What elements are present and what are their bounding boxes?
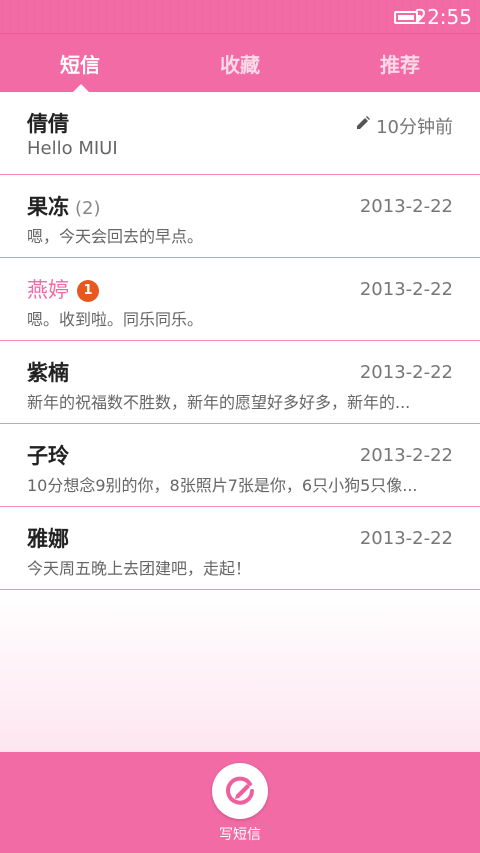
unread-badge: 1 bbox=[77, 280, 99, 302]
pencil-icon bbox=[357, 116, 370, 129]
message-preview: 新年的祝福数不胜数，新年的愿望好多好多，新年的... bbox=[27, 393, 411, 412]
message-time: 2013-2-22 bbox=[359, 362, 453, 383]
compose-icon bbox=[226, 776, 254, 805]
message-preview: 嗯，今天会回去的早点。 bbox=[27, 227, 204, 246]
message-time: 2013-2-22 bbox=[359, 196, 453, 217]
status-clock: 22:55 bbox=[414, 5, 472, 29]
contact-name: 紫楠 bbox=[27, 361, 69, 385]
message-time: 2013-2-22 bbox=[359, 445, 453, 466]
contact-name-text: 燕婷 bbox=[27, 278, 69, 302]
conversation-item[interactable]: 倩倩 Hello MIUI 10分钟前 bbox=[0, 92, 480, 175]
message-preview: 嗯。收到啦。同乐同乐。 bbox=[27, 310, 204, 329]
conversation-item[interactable]: 子玲 10分想念9别的你，8张照片7张是你，6只小狗5只像... 2013-2-… bbox=[0, 424, 480, 507]
compose-label: 写短信 bbox=[219, 827, 261, 843]
contact-name-text: 果冻 bbox=[27, 195, 69, 219]
list-background bbox=[0, 590, 480, 752]
tab-recommended[interactable]: 推荐 bbox=[320, 34, 480, 92]
compose-button[interactable] bbox=[212, 763, 268, 819]
tab-favorites[interactable]: 收藏 bbox=[160, 34, 320, 92]
status-bar: 22:55 bbox=[0, 0, 480, 34]
message-time: 2013-2-22 bbox=[359, 528, 453, 549]
conversation-item[interactable]: 紫楠 新年的祝福数不胜数，新年的愿望好多好多，新年的... 2013-2-22 bbox=[0, 341, 480, 424]
message-time: 10分钟前 bbox=[376, 117, 453, 138]
message-preview: 10分想念9别的你，8张照片7张是你，6只小狗5只像... bbox=[27, 476, 418, 495]
contact-name: 雅娜 bbox=[27, 527, 69, 551]
contact-name: 子玲 bbox=[27, 444, 69, 468]
message-preview: 今天周五晚上去团建吧，走起！ bbox=[27, 559, 252, 578]
conversation-item[interactable]: 雅娜 今天周五晚上去团建吧，走起！ 2013-2-22 bbox=[0, 507, 480, 590]
message-count: (2) bbox=[75, 198, 101, 219]
contact-name: 倩倩 bbox=[27, 112, 69, 136]
conversation-item[interactable]: 燕婷 1 嗯。收到啦。同乐同乐。 2013-2-22 bbox=[0, 258, 480, 341]
message-preview: Hello MIUI bbox=[27, 138, 118, 159]
bottom-bar: 写短信 bbox=[0, 752, 480, 853]
contact-name: 果冻 (2) bbox=[27, 191, 101, 221]
conversation-list: 倩倩 Hello MIUI 10分钟前 果冻 (2) 嗯，今天会回去的早点。 20… bbox=[0, 92, 480, 590]
contact-name: 燕婷 1 bbox=[27, 274, 99, 304]
conversation-item[interactable]: 果冻 (2) 嗯，今天会回去的早点。 2013-2-22 bbox=[0, 175, 480, 258]
message-time: 2013-2-22 bbox=[359, 279, 453, 300]
